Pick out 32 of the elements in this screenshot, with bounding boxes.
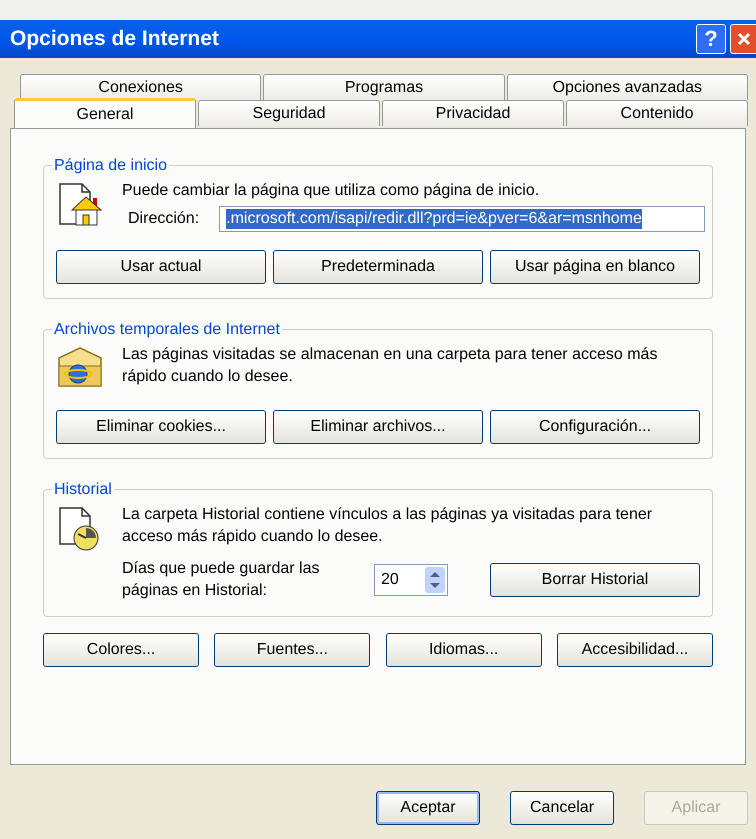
tab[interactable]: Opciones avanzadas [506,74,748,100]
tab[interactable]: Programas [263,74,505,100]
address-label: Dirección: [127,209,200,229]
button[interactable]: Colores... [43,633,199,667]
button[interactable]: Predeterminada [273,250,483,284]
button[interactable]: Configuración... [490,410,700,444]
description: Puede cambiar la página que utiliza como página de inicio. [122,181,540,201]
button[interactable]: Usar actual [56,250,266,284]
button[interactable]: Eliminar archivos... [273,410,483,444]
button[interactable]: Borrar Historial [490,563,700,597]
dialog-button[interactable]: Aceptar [376,791,480,825]
close-icon [736,31,752,47]
description: La carpeta Historial contiene vínculos a las páginas ya visitadas para tener acceso más rápido cuando lo desee. [122,505,654,547]
tab[interactable]: Privacidad [382,100,564,126]
tab[interactable]: General [14,98,196,128]
button[interactable]: Idiomas... [386,633,542,667]
tab[interactable]: Seguridad [198,100,380,126]
button[interactable]: Eliminar cookies... [56,410,266,444]
days-label: Días que puede guardar las páginas en Historial: [122,559,320,601]
days-spinner[interactable]: 20 [374,564,448,596]
tab[interactable]: Contenido [566,100,748,126]
button[interactable]: Accesibilidad... [556,633,713,667]
window-title: Opciones de Internet [10,26,219,52]
description: Las páginas visitadas se almacenan en una carpeta para tener acceso más rápido cuando lo desee. [122,345,658,387]
spin-arrows-icon [425,567,445,593]
help-button[interactable]: ? [696,24,726,54]
address-field[interactable]: .microsoft.com/isapi/redir.dll?prd=ie&pver=6&ar=msnhome [219,206,706,232]
close-button[interactable] [730,24,756,54]
button[interactable]: Usar página en blanco [490,250,700,284]
dialog-button[interactable]: Cancelar [510,791,614,825]
button[interactable]: Fuentes... [214,633,370,667]
tab[interactable]: Conexiones [20,74,262,100]
